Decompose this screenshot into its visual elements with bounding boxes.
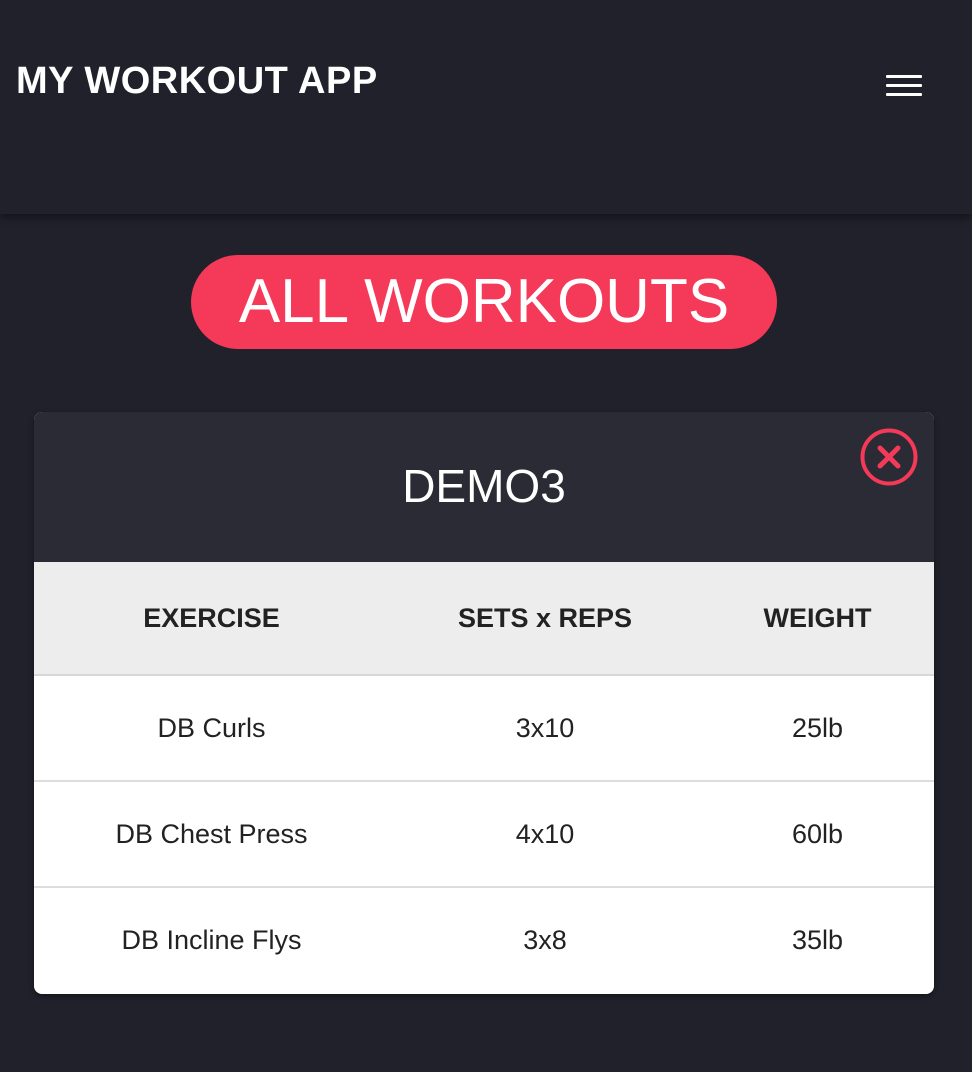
table-row: DB Chest Press 4x10 60lb bbox=[34, 781, 934, 888]
exercise-name: DB Incline Flys bbox=[121, 924, 302, 955]
close-circle-icon[interactable] bbox=[860, 428, 918, 486]
workout-card: DEMO3 EXERCISE SETS x REPS WEIGHT DB Cur… bbox=[34, 412, 934, 994]
weight: 60lb bbox=[701, 781, 934, 888]
sets-reps: 3x10 bbox=[389, 675, 701, 782]
weight: 25lb bbox=[701, 675, 934, 782]
table-row: DB Incline Flys 3x8 35lb bbox=[34, 887, 934, 992]
workout-title: DEMO3 bbox=[402, 460, 566, 512]
exercise-name: DB Chest Press bbox=[34, 781, 389, 888]
column-header-weight: WEIGHT bbox=[701, 562, 934, 676]
menu-bar bbox=[886, 93, 922, 96]
hamburger-menu-icon[interactable] bbox=[880, 70, 928, 104]
workout-card-header: DEMO3 bbox=[34, 412, 934, 562]
all-workouts-button[interactable]: ALL WORKOUTS bbox=[191, 255, 777, 349]
column-header-sets-reps: SETS x REPS bbox=[389, 562, 701, 676]
sets-reps: 4x10 bbox=[389, 781, 701, 888]
table-header-row: EXERCISE SETS x REPS WEIGHT bbox=[34, 562, 934, 676]
table-row: DB Curls 3x10 25lb bbox=[34, 675, 934, 782]
menu-bar bbox=[886, 84, 922, 87]
sets-reps: 3x8 bbox=[523, 924, 567, 955]
exercise-table: EXERCISE SETS x REPS WEIGHT DB Curls 3x1… bbox=[34, 562, 934, 992]
app-title[interactable]: MY WORKOUT APP bbox=[16, 60, 378, 103]
column-header-exercise: EXERCISE bbox=[34, 562, 389, 676]
weight: 35lb bbox=[791, 924, 844, 955]
top-navbar: MY WORKOUT APP bbox=[0, 0, 972, 214]
menu-bar bbox=[886, 75, 922, 78]
exercise-name: DB Curls bbox=[34, 675, 389, 782]
